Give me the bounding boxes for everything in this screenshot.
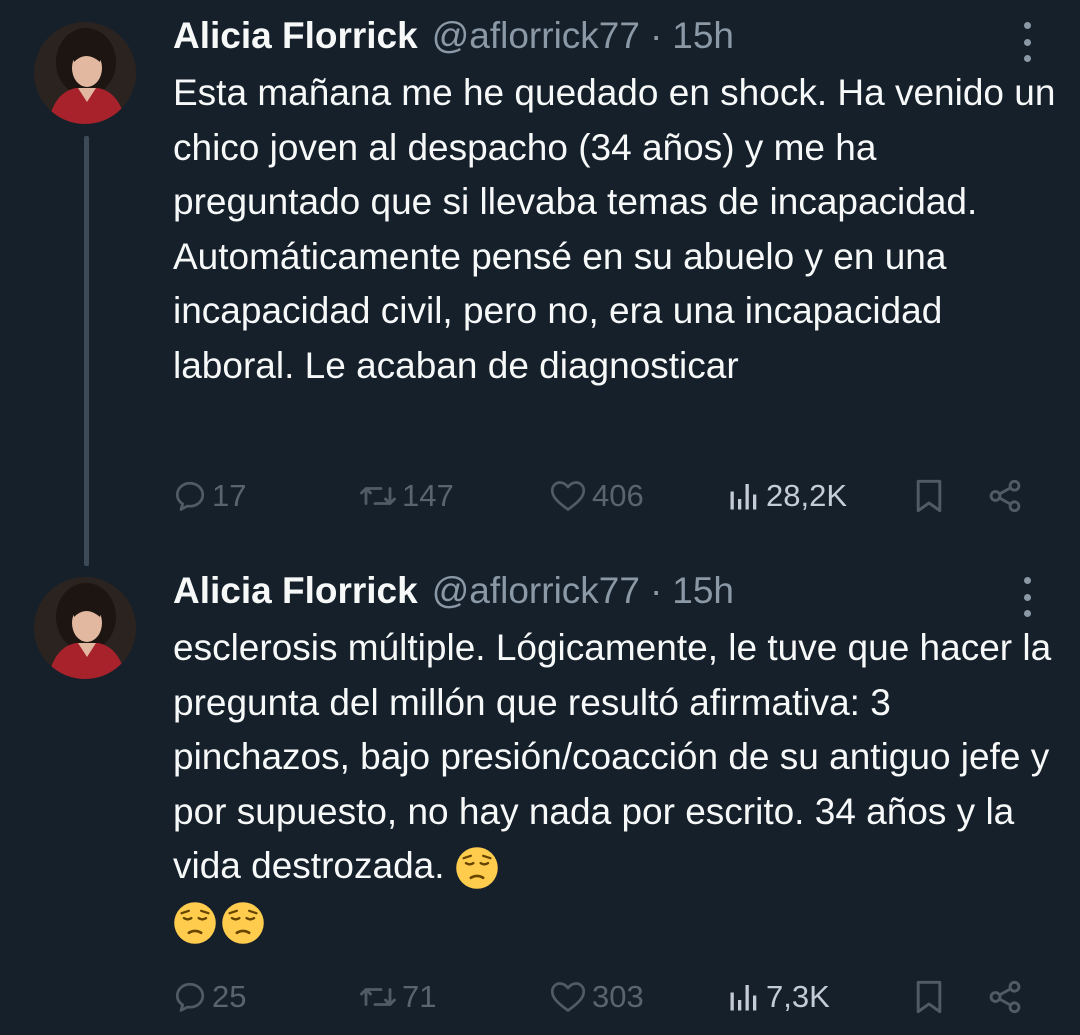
separator-dot: · xyxy=(649,15,663,56)
action-bar: 17 147 406 28,2K xyxy=(172,474,1032,518)
like-icon xyxy=(550,481,586,511)
tweet-text: Esta mañana me he quedado en shock. Ha v… xyxy=(173,72,1066,386)
share-button[interactable] xyxy=(986,474,1024,518)
author-handle[interactable]: @aflorrick77 xyxy=(432,569,640,613)
tweet-header: Alicia Florrick @aflorrick77 · 15h xyxy=(173,14,1020,58)
tweet[interactable]: Alicia Florrick @aflorrick77 · 15h Esta … xyxy=(0,0,1080,566)
like-icon xyxy=(550,982,586,1012)
tweet-header: Alicia Florrick @aflorrick77 · 15h xyxy=(173,569,1020,613)
author-handle[interactable]: @aflorrick77 xyxy=(432,14,640,58)
timestamp[interactable]: 15h xyxy=(672,14,734,58)
thread-connector-line xyxy=(84,136,89,566)
author-name[interactable]: Alicia Florrick xyxy=(173,569,418,613)
more-icon[interactable] xyxy=(1020,22,1034,62)
reply-button[interactable]: 17 xyxy=(172,474,246,518)
timestamp[interactable]: 15h xyxy=(672,569,734,613)
like-count: 303 xyxy=(592,979,644,1014)
like-button[interactable]: 303 xyxy=(548,975,644,1019)
views-icon xyxy=(730,484,757,510)
reply-icon xyxy=(175,982,205,1012)
retweet-button[interactable]: 71 xyxy=(358,975,436,1019)
share-button[interactable] xyxy=(986,975,1024,1019)
views-icon xyxy=(730,985,757,1011)
author-name[interactable]: Alicia Florrick xyxy=(173,14,418,58)
avatar-image xyxy=(34,577,136,679)
emoji-group xyxy=(455,846,499,890)
like-button[interactable]: 406 xyxy=(548,474,644,518)
pensive-face-emoji xyxy=(456,847,498,889)
bookmark-button[interactable] xyxy=(912,975,946,1019)
pensive-face-emoji xyxy=(222,901,264,944)
share-icon xyxy=(989,479,1021,513)
tweet-text-container: esclerosis múltiple. Lógicamente, le tuv… xyxy=(173,621,1063,948)
bookmark-button[interactable] xyxy=(912,474,946,518)
view-count: 7,3K xyxy=(766,979,830,1014)
reply-button[interactable]: 25 xyxy=(172,975,246,1019)
retweet-icon xyxy=(360,988,396,1006)
tweet[interactable]: Alicia Florrick @aflorrick77 · 15h escle… xyxy=(0,555,1080,1035)
bookmark-icon xyxy=(916,980,942,1014)
bookmark-icon xyxy=(916,479,942,513)
more-icon[interactable] xyxy=(1020,577,1034,617)
reply-count: 17 xyxy=(212,478,247,513)
emoji-group xyxy=(173,901,265,945)
avatar[interactable] xyxy=(34,22,136,124)
reply-icon xyxy=(175,481,205,511)
avatar[interactable] xyxy=(34,577,136,679)
retweet-icon xyxy=(360,487,396,505)
share-icon xyxy=(989,980,1021,1014)
separator-dot: · xyxy=(649,570,663,611)
reply-count: 25 xyxy=(212,979,247,1014)
like-count: 406 xyxy=(592,478,644,513)
tweet-text: esclerosis múltiple. Lógicamente, le tuv… xyxy=(173,627,1062,886)
retweet-count: 71 xyxy=(402,979,437,1014)
view-count: 28,2K xyxy=(766,478,848,513)
retweet-button[interactable]: 147 xyxy=(358,474,454,518)
avatar-image xyxy=(34,22,136,124)
views-button[interactable]: 7,3K xyxy=(726,975,830,1019)
views-button[interactable]: 28,2K xyxy=(726,474,847,518)
action-bar: 25 71 303 7,3K xyxy=(172,975,1032,1019)
pensive-face-emoji xyxy=(174,901,216,944)
retweet-count: 147 xyxy=(402,478,454,513)
